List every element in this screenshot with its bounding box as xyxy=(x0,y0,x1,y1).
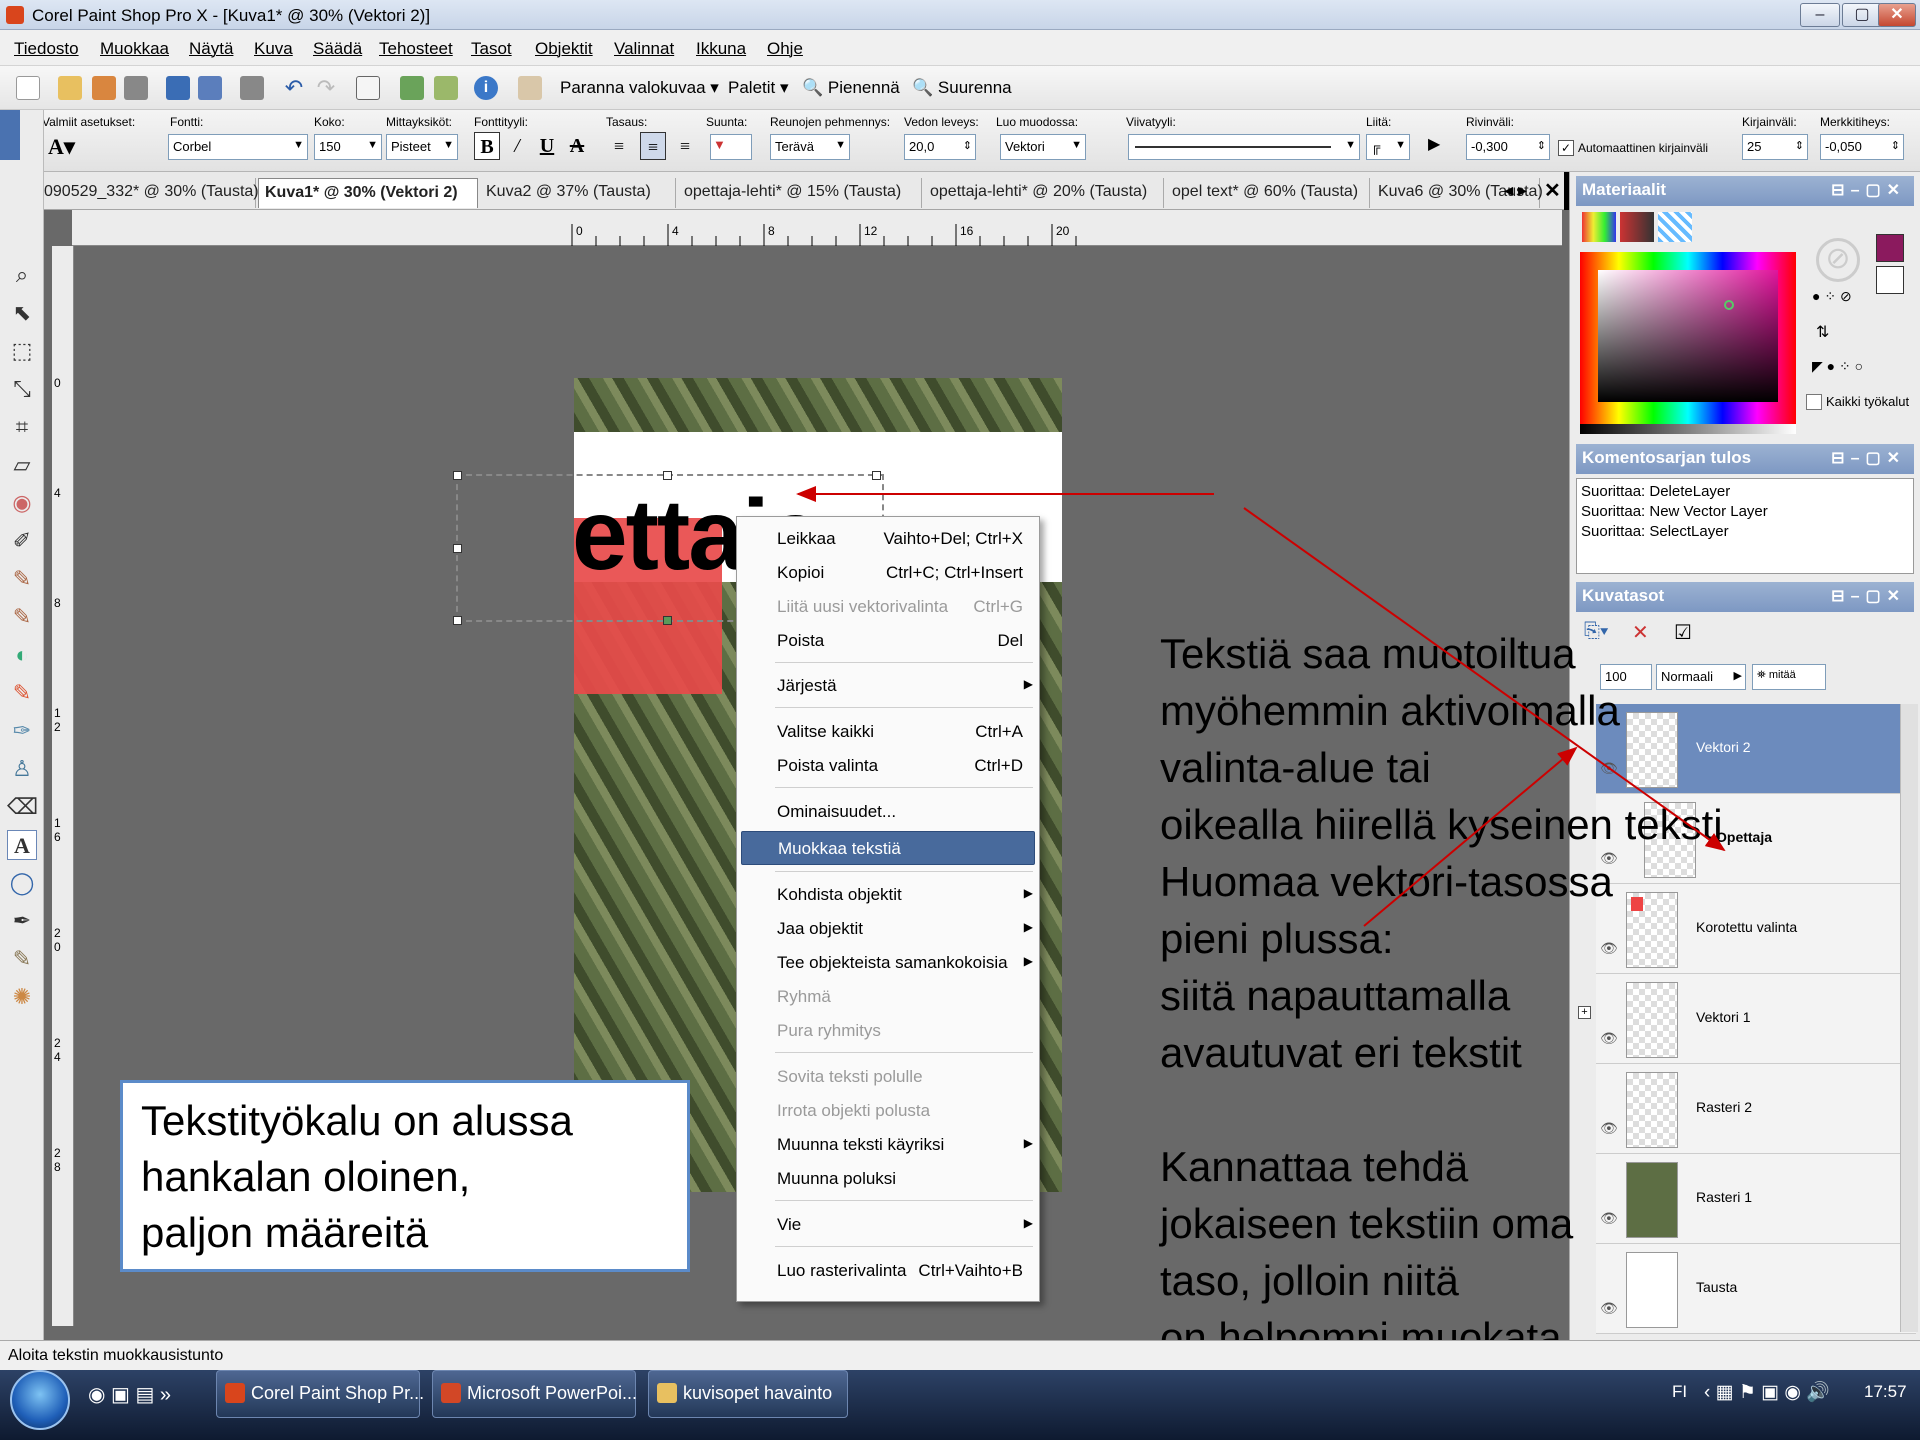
start-button[interactable] xyxy=(10,1370,70,1430)
taskbar-app-label: Microsoft PowerPoi... xyxy=(467,1383,638,1403)
annotation-arrows xyxy=(796,486,1726,927)
taskbar-app-powerpoint[interactable]: Microsoft PowerPoi... xyxy=(432,1370,638,1418)
taskbar-app-paintshop[interactable]: Corel Paint Shop Pr... xyxy=(216,1370,424,1418)
taskbar-app-label: Corel Paint Shop Pr... xyxy=(251,1383,425,1403)
taskbar-app-folder[interactable]: kuvisopet havainto xyxy=(648,1370,848,1418)
clock[interactable]: 17:57 xyxy=(1864,1382,1907,1402)
quick-launch-icons[interactable]: ◉ ▣ ▤ » xyxy=(88,1382,171,1407)
powerpoint-icon xyxy=(441,1383,461,1403)
arrow-to-plus xyxy=(1363,746,1578,927)
status-bar: Aloita tekstin muokkausistunto xyxy=(0,1340,1920,1370)
arrow-to-layer xyxy=(1243,507,1726,852)
tray-icons[interactable]: ‹ ▦ ⚑ ▣ ◉ 🔊 xyxy=(1704,1380,1830,1404)
taskbar: ◉ ▣ ▤ » Corel Paint Shop Pr... Microsoft… xyxy=(0,1370,1920,1440)
status-text: Aloita tekstin muokkausistunto xyxy=(8,1347,224,1364)
paintshop-icon xyxy=(225,1383,245,1403)
folder-icon xyxy=(657,1383,677,1403)
taskbar-app-label: kuvisopet havainto xyxy=(683,1383,833,1403)
language-indicator[interactable]: FI xyxy=(1672,1382,1687,1402)
